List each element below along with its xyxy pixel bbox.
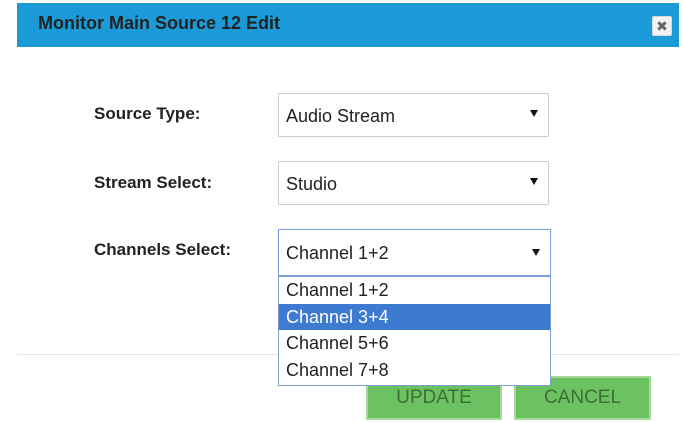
channels-select[interactable]: Channel 1+2 <box>278 229 551 276</box>
stream-select-label: Stream Select: <box>94 173 213 192</box>
dropdown-option[interactable]: Channel 5+6 <box>279 330 550 357</box>
stream-select[interactable]: Studio <box>278 161 549 205</box>
channels-select-value: Channel 1+2 <box>286 243 389 263</box>
source-type-value: Audio Stream <box>286 106 396 126</box>
close-icon: ✖ <box>656 18 668 34</box>
chevron-down-icon <box>530 110 538 117</box>
dropdown-option[interactable]: Channel 1+2 <box>279 277 550 304</box>
chevron-down-icon <box>530 178 538 185</box>
dropdown-option-highlighted[interactable]: Channel 3+4 <box>279 303 550 330</box>
dialog-title: Monitor Main Source 12 Edit <box>38 13 281 33</box>
source-type-select[interactable]: Audio Stream <box>278 93 549 137</box>
chevron-down-icon <box>532 249 540 256</box>
stream-select-value: Studio <box>286 174 338 194</box>
close-button[interactable]: ✖ <box>652 16 672 36</box>
dialog-header: Monitor Main Source 12 Edit ✖ <box>17 3 679 47</box>
source-type-label: Source Type: <box>94 104 201 123</box>
channels-select-label: Channels Select: <box>94 240 231 259</box>
channels-dropdown-list: Channel 1+2 Channel 3+4 Channel 5+6 Chan… <box>278 276 551 386</box>
dropdown-option[interactable]: Channel 7+8 <box>279 357 550 384</box>
